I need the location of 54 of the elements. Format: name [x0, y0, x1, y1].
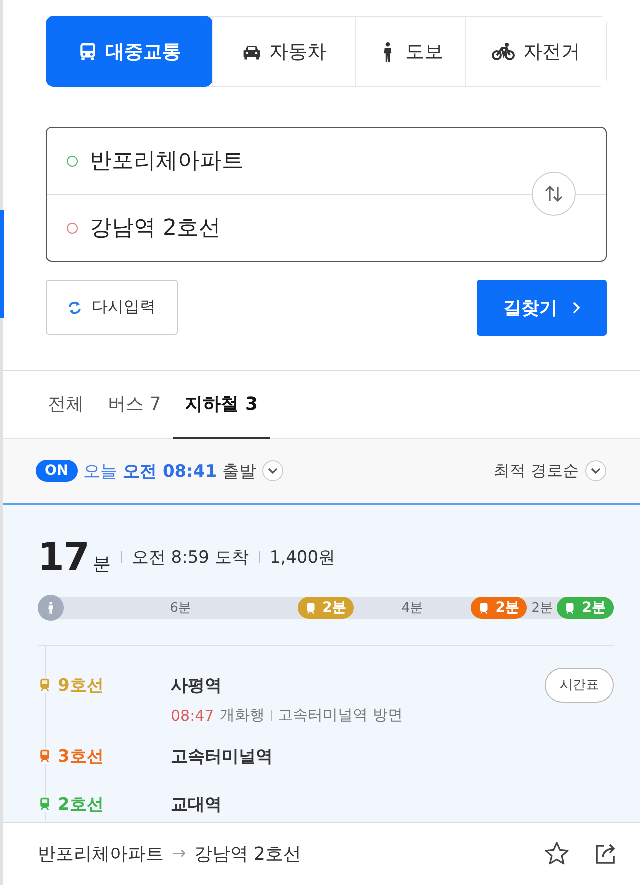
route-title: 강남역 2호선 — [194, 843, 302, 866]
dropdown-button[interactable] — [262, 460, 284, 482]
on-toggle[interactable]: ON — [36, 460, 78, 482]
reset-button[interactable]: 다시입력 — [46, 280, 178, 335]
departure-time: 08:47 — [171, 706, 214, 724]
train-icon — [478, 600, 490, 616]
segment-time: 4분 — [400, 600, 424, 617]
line-name: 2호선 — [58, 794, 104, 816]
destination-field[interactable]: 강남역 2호선 — [90, 213, 221, 243]
star-icon — [544, 841, 570, 867]
line-name: 3호선 — [58, 746, 104, 768]
swap-arrows-icon — [544, 185, 564, 203]
sort-option[interactable]: 최적 경로순 — [494, 460, 579, 482]
station-name: 교대역 — [171, 794, 222, 816]
line-name: 9호선 — [58, 674, 104, 696]
result-tab[interactable]: 버스 7 — [96, 371, 174, 439]
train-icon — [304, 600, 317, 616]
station-name: 고속터미널역 — [171, 746, 273, 768]
chevron-right-icon — [572, 301, 580, 315]
bus-icon — [78, 42, 98, 62]
bicycle-icon — [492, 42, 516, 62]
search-button[interactable]: 길찾기 — [477, 280, 607, 336]
result-tab[interactable]: 전체 — [36, 371, 96, 439]
end-dot-icon — [67, 222, 78, 234]
duration-value: 17 — [38, 537, 89, 577]
train-icon — [564, 600, 576, 616]
timetable-button[interactable]: 시간표 — [545, 668, 614, 702]
refresh-icon — [68, 300, 82, 314]
line-badge: 2분 — [298, 597, 354, 619]
departure-time[interactable]: 오늘 오전 08:41 출발 — [84, 460, 256, 482]
favorite-button[interactable] — [544, 841, 570, 867]
direction-text: 고속터미널역 방면 — [278, 706, 404, 725]
dropdown-button[interactable] — [585, 460, 607, 482]
arrival-time: 오전 8:59 도착 — [132, 546, 249, 568]
fare: 1,400원 — [270, 546, 336, 568]
segment-time: 6분 — [169, 600, 192, 617]
share-icon — [594, 842, 618, 866]
share-button[interactable] — [594, 842, 618, 866]
arrow-text: → — [172, 844, 186, 864]
start-dot-icon — [67, 156, 78, 166]
segment-time: 2분 — [530, 600, 554, 617]
station-name: 사평역 — [171, 674, 222, 696]
mode-tab[interactable]: 자전거 — [465, 17, 606, 86]
origin-field[interactable]: 반포리체아파트 — [90, 146, 244, 176]
duration-unit: 분 — [92, 553, 111, 576]
chevron-down-icon — [585, 460, 607, 482]
mode-tab[interactable]: 대중교통 — [46, 16, 213, 87]
route-card[interactable]: 17 분 오전 8:59 도착 1,400원 6분 2분 4분 2분 2분 2분 9호선 사평역 시간표 08:47 개화행 고속터미널역 방면 3호선 고속터미널역 2호선 교대역 — [3, 505, 640, 822]
train-direction: 개화행 — [220, 706, 266, 725]
line-badge: 2분 — [470, 597, 528, 619]
line-badge: 2분 — [557, 597, 614, 619]
chevron-down-icon — [262, 460, 284, 482]
route-title: 반포리체아파트 — [38, 843, 164, 866]
swap-button[interactable] — [532, 172, 576, 216]
